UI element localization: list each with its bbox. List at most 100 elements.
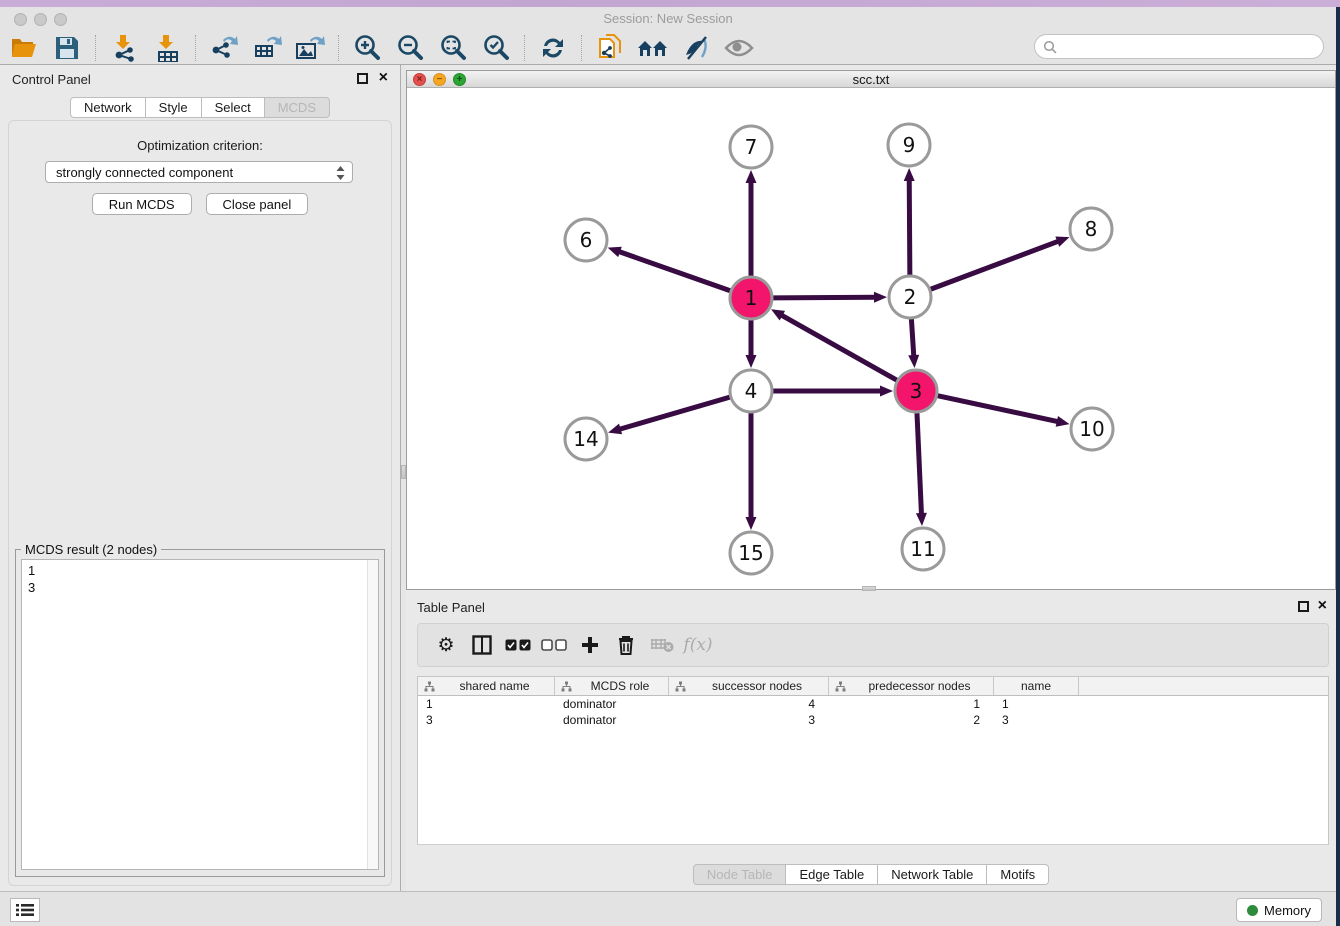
add-column-icon[interactable] [572, 627, 608, 663]
import-network-icon[interactable] [108, 33, 140, 63]
optimization-criterion-select[interactable]: strongly connected component [45, 161, 353, 183]
edge-1-6[interactable] [618, 251, 730, 290]
import-table-icon[interactable] [151, 33, 183, 63]
export-image-icon[interactable] [294, 33, 326, 63]
control-panel-float-button[interactable] [357, 73, 368, 84]
split-columns-icon[interactable] [464, 627, 500, 663]
edge-arrowhead [874, 292, 887, 303]
save-session-icon[interactable] [51, 33, 83, 63]
refresh-view-icon[interactable] [537, 33, 569, 63]
desktop-background-right [1336, 7, 1340, 926]
search-input[interactable] [1062, 37, 1323, 57]
table-tab-motifs[interactable]: Motifs [987, 864, 1049, 885]
run-mcds-button[interactable]: Run MCDS [92, 193, 192, 215]
toolbar-separator [581, 35, 582, 61]
table-row[interactable]: 3dominator323 [418, 712, 1328, 728]
graph-node-4[interactable]: 4 [730, 370, 772, 412]
edge-arrowhead [1056, 416, 1070, 427]
function-builder-icon[interactable]: f(x) [680, 627, 716, 663]
column-header-predecessor-nodes[interactable]: predecessor nodes [829, 677, 994, 695]
table-panel-float-button[interactable] [1298, 601, 1309, 612]
edge-3-11[interactable] [917, 413, 922, 515]
graph-node-6[interactable]: 6 [565, 219, 607, 261]
task-history-icon[interactable] [10, 898, 40, 922]
toolbar-separator [95, 35, 96, 61]
control-panel-close-button[interactable]: × [379, 69, 388, 87]
column-header-name[interactable]: name [994, 677, 1079, 695]
table-panel: Table Panel × ⚙ f(x) shared nameMCDS rol… [406, 591, 1336, 891]
table-panel-close-button[interactable]: × [1318, 597, 1327, 615]
tab-select[interactable]: Select [202, 97, 265, 118]
graph-node-15[interactable]: 15 [730, 532, 772, 574]
optimization-criterion-value: strongly connected component [56, 165, 233, 180]
graph-node-9[interactable]: 9 [888, 124, 930, 166]
graph-node-11[interactable]: 11 [902, 528, 944, 570]
table-cell[interactable]: dominator [555, 696, 669, 712]
graph-node-8[interactable]: 8 [1070, 208, 1112, 250]
svg-text:8: 8 [1085, 217, 1098, 241]
zoom-in-icon[interactable] [351, 33, 383, 63]
home-icon[interactable] [637, 33, 669, 63]
edge-3-10[interactable] [938, 396, 1059, 422]
table-panel-header: Table Panel × [406, 598, 1336, 618]
table-settings-icon[interactable]: ⚙ [428, 627, 464, 663]
toolbar-separator [195, 35, 196, 61]
tab-mcds[interactable]: MCDS [265, 97, 330, 118]
tab-network[interactable]: Network [70, 97, 146, 118]
edge-2-3[interactable] [911, 319, 913, 357]
tab-style[interactable]: Style [146, 97, 202, 118]
table-tab-network-table[interactable]: Network Table [878, 864, 987, 885]
mcds-result-textarea[interactable]: 13 [21, 559, 379, 870]
export-network-icon[interactable] [208, 33, 240, 63]
edge-2-9[interactable] [909, 179, 910, 275]
result-scrollbar[interactable] [367, 560, 378, 869]
svg-text:7: 7 [745, 135, 758, 159]
zoom-fit-icon[interactable] [437, 33, 469, 63]
graph-node-10[interactable]: 10 [1071, 408, 1113, 450]
table-row[interactable]: 1dominator411 [418, 696, 1328, 712]
table-cell[interactable]: 1 [418, 696, 555, 712]
edge-3-1[interactable] [781, 315, 897, 381]
edge-2-8[interactable] [931, 241, 1060, 289]
graph-node-14[interactable]: 14 [565, 418, 607, 460]
toggle-birds-eye-icon[interactable] [680, 33, 712, 63]
table-cell[interactable]: 2 [829, 712, 994, 728]
column-header-successor-nodes[interactable]: successor nodes [669, 677, 829, 695]
deselect-all-columns-icon[interactable] [536, 627, 572, 663]
edge-1-2[interactable] [773, 297, 876, 298]
column-header-MCDS-role[interactable]: MCDS role [555, 677, 669, 695]
table-cell[interactable]: 3 [418, 712, 555, 728]
table-tab-edge-table[interactable]: Edge Table [786, 864, 878, 885]
zoom-selected-icon[interactable] [480, 33, 512, 63]
graph-node-2[interactable]: 2 [889, 276, 931, 318]
table-cell[interactable]: 3 [669, 712, 829, 728]
open-session-icon[interactable] [8, 33, 40, 63]
close-panel-button[interactable]: Close panel [206, 193, 309, 215]
table-cell[interactable]: dominator [555, 712, 669, 728]
delete-table-icon[interactable] [644, 627, 680, 663]
memory-status-icon [1247, 905, 1258, 916]
svg-text:15: 15 [738, 541, 763, 565]
graph-node-1[interactable]: 1 [730, 277, 772, 319]
edge-4-14[interactable] [619, 397, 730, 429]
export-table-icon[interactable] [251, 33, 283, 63]
select-all-columns-icon[interactable] [500, 627, 536, 663]
table-cell[interactable]: 3 [994, 712, 1079, 728]
table-tab-node-table[interactable]: Node Table [693, 864, 787, 885]
table-cell[interactable]: 1 [829, 696, 994, 712]
eye-icon[interactable] [723, 33, 755, 63]
edge-arrowhead [916, 513, 927, 526]
network-from-document-icon[interactable] [594, 33, 626, 63]
memory-label: Memory [1264, 903, 1311, 918]
table-cell[interactable]: 1 [994, 696, 1079, 712]
memory-button[interactable]: Memory [1236, 898, 1322, 922]
graph-node-3[interactable]: 3 [895, 370, 937, 412]
graph-node-7[interactable]: 7 [730, 126, 772, 168]
network-canvas[interactable]: 7 9 6 8 1 2 4 3 14 10 15 11 [407, 88, 1335, 589]
column-header-shared-name[interactable]: shared name [418, 677, 555, 695]
delete-column-icon[interactable] [608, 627, 644, 663]
edge-arrowhead [1055, 237, 1069, 247]
table-cell[interactable]: 4 [669, 696, 829, 712]
zoom-out-icon[interactable] [394, 33, 426, 63]
search-box [1034, 34, 1324, 59]
